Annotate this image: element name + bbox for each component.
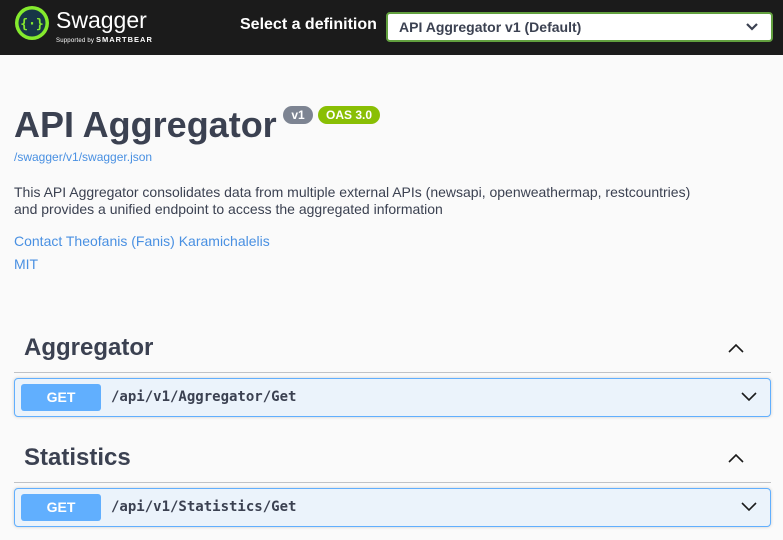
page-title: API Aggregator (14, 104, 277, 145)
definition-select[interactable]: API Aggregator v1 (Default) (386, 12, 773, 42)
logo-name[interactable]: Swagger (56, 7, 147, 33)
chevron-down-icon (746, 23, 758, 31)
logo-tagline-prefix: Supported by (56, 38, 95, 44)
license-link[interactable]: MIT (14, 256, 38, 272)
version-badge: v1 (283, 106, 313, 124)
method-badge: GET (21, 494, 101, 521)
chevron-up-icon[interactable] (727, 452, 745, 464)
svg-text:{·}: {·} (20, 17, 43, 32)
operation-get-statistics[interactable]: GET /api/v1/Statistics/Get (14, 488, 771, 527)
operation-get-aggregator[interactable]: GET /api/v1/Aggregator/Get (14, 378, 771, 417)
logo-tagline: Supported by SMARTBEAR (56, 36, 153, 45)
tag-section-aggregator[interactable]: Aggregator (14, 328, 771, 373)
swagger-logo-icon[interactable]: {·} (14, 5, 50, 41)
oas-badge: OAS 3.0 (318, 106, 380, 124)
tag-section-statistics[interactable]: Statistics (14, 438, 771, 483)
description-line: and provides a unified endpoint to acces… (14, 201, 443, 217)
operation-path: /api/v1/Statistics/Get (111, 499, 297, 515)
tag-name: Statistics (24, 444, 131, 471)
topbar: {·} Swagger Supported by SMARTBEAR Selec… (0, 0, 783, 55)
description-line: This API Aggregator consolidates data fr… (14, 184, 691, 200)
chevron-down-icon[interactable] (740, 390, 758, 402)
definition-select-value: API Aggregator v1 (Default) (399, 19, 582, 35)
method-badge: GET (21, 384, 101, 411)
contact-link[interactable]: Contact Theofanis (Fanis) Karamichalelis (14, 233, 270, 249)
definition-label: Select a definition (240, 16, 377, 33)
chevron-down-icon[interactable] (740, 500, 758, 512)
chevron-up-icon[interactable] (727, 342, 745, 354)
tag-name: Aggregator (24, 334, 154, 361)
logo-tagline-brand: SMARTBEAR (95, 35, 153, 44)
operation-path: /api/v1/Aggregator/Get (111, 389, 297, 405)
spec-url-link[interactable]: /swagger/v1/swagger.json (14, 150, 152, 164)
api-description: This API Aggregator consolidates data fr… (14, 184, 734, 218)
